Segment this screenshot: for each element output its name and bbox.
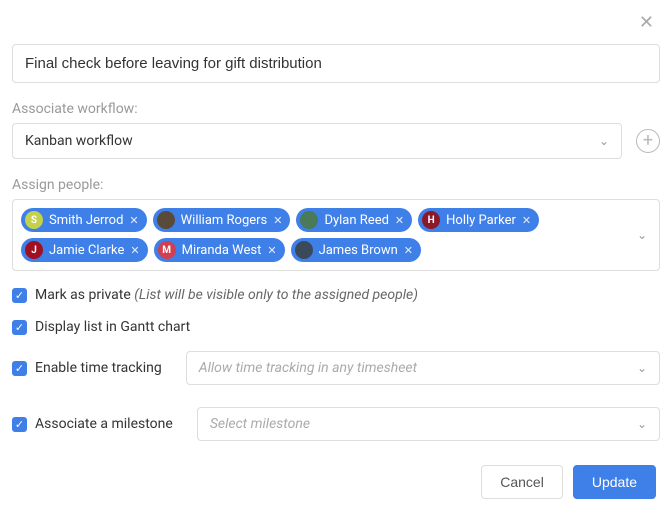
workflow-selected-value: Kanban workflow: [25, 133, 133, 149]
avatar: [300, 211, 318, 229]
person-chip[interactable]: William Rogers ✕: [153, 208, 291, 232]
remove-person-icon[interactable]: ✕: [522, 214, 531, 227]
title-input[interactable]: [12, 44, 660, 83]
cancel-button[interactable]: Cancel: [481, 465, 563, 499]
milestone-select[interactable]: Select milestone ⌄: [197, 407, 660, 441]
avatar: J: [25, 241, 43, 259]
person-chip[interactable]: M Miranda West ✕: [154, 238, 285, 262]
person-chip[interactable]: S Smith Jerrod ✕: [21, 208, 147, 232]
chevron-down-icon: ⌄: [599, 134, 609, 148]
workflow-label: Associate workflow:: [12, 101, 660, 117]
gantt-checkbox[interactable]: ✓: [12, 320, 27, 335]
milestone-placeholder: Select milestone: [210, 416, 310, 432]
avatar: [157, 211, 175, 229]
person-name: Miranda West: [182, 243, 262, 258]
chevron-down-icon: ⌄: [637, 228, 647, 242]
close-icon[interactable]: ✕: [639, 14, 654, 32]
remove-person-icon[interactable]: ✕: [395, 214, 404, 227]
remove-person-icon[interactable]: ✕: [273, 214, 282, 227]
gantt-label: Display list in Gantt chart: [35, 319, 190, 335]
person-name: James Brown: [319, 243, 398, 258]
private-checkbox[interactable]: ✓: [12, 288, 27, 303]
person-chip[interactable]: J Jamie Clarke ✕: [21, 238, 148, 262]
avatar: H: [422, 211, 440, 229]
private-label: Mark as private (List will be visible on…: [35, 287, 418, 303]
update-button[interactable]: Update: [573, 465, 656, 499]
remove-person-icon[interactable]: ✕: [267, 244, 276, 257]
avatar: [295, 241, 313, 259]
avatar: S: [25, 211, 43, 229]
person-name: Dylan Reed: [324, 213, 388, 228]
person-name: Jamie Clarke: [49, 243, 124, 258]
chevron-down-icon: ⌄: [637, 417, 647, 431]
remove-person-icon[interactable]: ✕: [130, 244, 139, 257]
assign-label: Assign people:: [12, 177, 660, 193]
time-tracking-placeholder: Allow time tracking in any timesheet: [199, 360, 417, 376]
avatar: M: [158, 241, 176, 259]
milestone-checkbox[interactable]: ✓: [12, 417, 27, 432]
person-name: Smith Jerrod: [49, 213, 123, 228]
remove-person-icon[interactable]: ✕: [129, 214, 138, 227]
time-tracking-label: Enable time tracking: [35, 360, 162, 376]
workflow-select[interactable]: Kanban workflow ⌄: [12, 123, 622, 159]
person-name: Holly Parker: [446, 213, 516, 228]
time-tracking-select[interactable]: Allow time tracking in any timesheet ⌄: [186, 351, 660, 385]
chevron-down-icon: ⌄: [637, 361, 647, 375]
person-chip[interactable]: James Brown ✕: [291, 238, 421, 262]
milestone-label: Associate a milestone: [35, 416, 173, 432]
assign-people-select[interactable]: S Smith Jerrod ✕ William Rogers ✕ Dylan Reed ✕…: [12, 199, 660, 271]
person-name: William Rogers: [181, 213, 268, 228]
remove-person-icon[interactable]: ✕: [404, 244, 413, 257]
add-workflow-button[interactable]: +: [636, 129, 660, 153]
time-tracking-checkbox[interactable]: ✓: [12, 361, 27, 376]
person-chip[interactable]: Dylan Reed ✕: [296, 208, 412, 232]
person-chip[interactable]: H Holly Parker ✕: [418, 208, 539, 232]
